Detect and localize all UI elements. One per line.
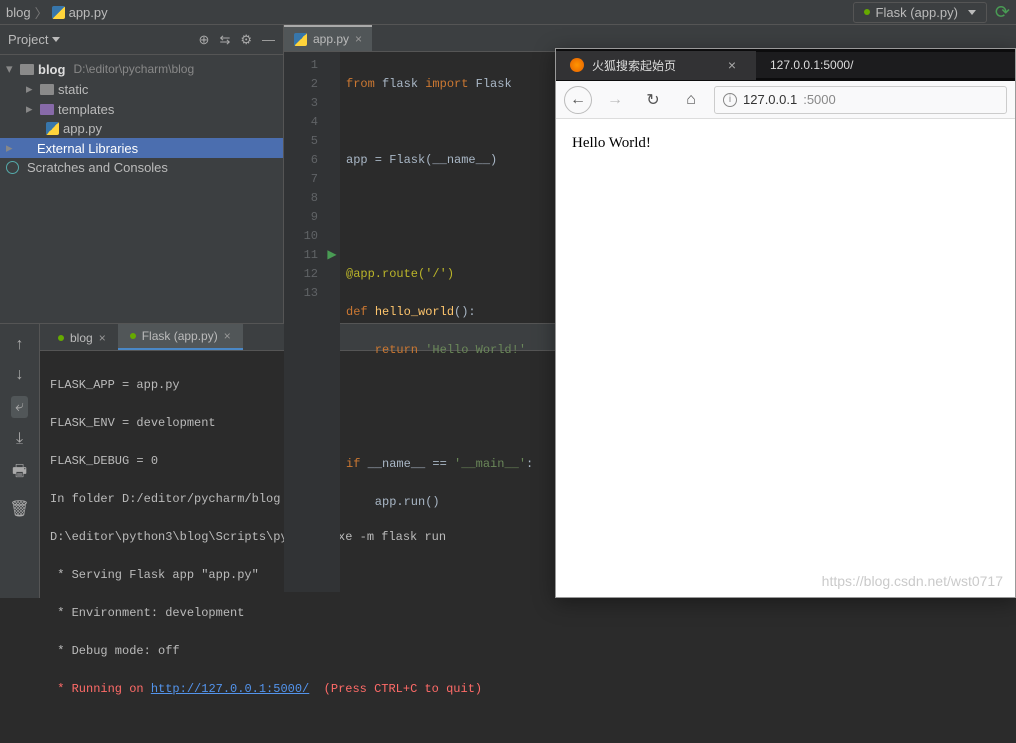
run-tab-label: blog [70,331,93,345]
folder-icon [40,104,54,115]
chevron-down-icon: ▾ [6,61,16,77]
run-tab-label: Flask (app.py) [142,329,218,343]
tree-file-app[interactable]: app.py [0,119,283,138]
python-file-icon [46,122,59,135]
reload-button[interactable]: ↻ [638,85,668,115]
browser-page-content: Hello World! [556,119,1015,168]
tree-file-label: app.py [63,121,102,136]
run-tab-flask[interactable]: Flask (app.py) × [118,324,243,350]
run-sidebar-actions: ↑ ↓ ⤶ ⤓ 🖶 🗑 [0,324,40,598]
browser-tab-label: 火狐搜索起始页 [592,57,676,74]
back-button[interactable]: ← [564,86,592,114]
tree-folder-templates[interactable]: ▸ templates [0,99,283,119]
browser-tab-label: 127.0.0.1:5000/ [770,58,853,72]
tree-folder-static[interactable]: ▸ static [0,79,283,99]
chevron-down-icon[interactable] [52,37,60,42]
browser-toolbar: ← → ↻ ⌂ i 127.0.0.1 :5000 [556,81,1015,119]
running-status-icon [864,9,870,15]
scroll-up-icon[interactable]: ↑ [16,336,24,354]
tree-external-libraries-label: External Libraries [37,141,138,156]
address-host: 127.0.0.1 [743,92,797,107]
console-quit-hint: (Press CTRL+C to quit) [309,682,482,696]
run-configuration-selector[interactable]: Flask (app.py) [853,2,987,23]
run-gutter-icon[interactable]: ▶ [324,246,340,265]
firefox-icon [570,58,584,72]
tree-external-libraries[interactable]: ▸ External Libraries [0,138,283,158]
tree-root-name: blog [38,62,65,77]
python-file-icon [52,6,65,19]
project-panel-title[interactable]: Project [8,32,48,47]
address-port: :5000 [803,92,836,107]
close-icon[interactable]: × [355,32,362,46]
library-icon [20,142,33,155]
tree-root-path: D:\editor\pycharm\blog [73,62,194,76]
scratches-icon [6,161,19,174]
home-button[interactable]: ⌂ [676,85,706,115]
project-tree: ▾ blog D:\editor\pycharm\blog ▸ static ▸… [0,55,283,181]
forward-button[interactable]: → [600,85,630,115]
tree-folder-label: static [58,82,88,97]
site-info-icon[interactable]: i [723,93,737,107]
editor-tab-app[interactable]: app.py × [284,25,372,51]
line-number-gutter: 123 456 789 101112 13 [284,52,324,592]
python-file-icon [294,33,307,46]
tree-folder-label: templates [58,102,114,117]
breadcrumb-root[interactable]: blog [6,5,31,20]
run-tab-blog[interactable]: blog × [46,326,118,350]
console-url-link[interactable]: http://127.0.0.1:5000/ [151,682,309,696]
trash-icon[interactable]: 🗑 [9,499,29,519]
soft-wrap-icon[interactable]: ⤶ [11,396,28,418]
breadcrumb: blog 〉 app.py [6,3,108,22]
folder-icon [20,64,34,75]
folder-icon [40,84,54,95]
scroll-to-end-icon[interactable]: ⤓ [16,430,23,448]
chevron-right-icon: ▸ [6,140,16,156]
gutter-markers: ▶ [324,52,340,592]
chevron-right-icon: ▸ [26,101,36,117]
tree-scratches-label: Scratches and Consoles [27,160,168,175]
locate-icon[interactable]: ⊕ [199,32,210,48]
breadcrumb-file[interactable]: app.py [52,5,108,20]
close-icon[interactable]: × [728,57,736,73]
top-breadcrumb-bar: blog 〉 app.py Flask (app.py) ⟳ [0,0,1016,25]
address-bar[interactable]: i 127.0.0.1 :5000 [714,86,1007,114]
editor-tab-label: app.py [313,32,349,46]
running-status-icon [58,335,64,341]
chevron-right-icon: ▸ [26,81,36,97]
hide-icon[interactable]: — [262,32,275,48]
browser-tab-startpage[interactable]: 火狐搜索起始页 × [556,51,756,80]
print-icon[interactable]: 🖶 [12,460,27,487]
running-status-icon [130,333,136,339]
watermark-text: https://blog.csdn.net/wst0717 [822,573,1003,589]
collapse-icon[interactable]: ⇆ [219,32,230,48]
scroll-down-icon[interactable]: ↓ [16,366,24,384]
breadcrumb-file-label: app.py [69,5,108,20]
project-tool-window: Project ⊕ ⇆ ⚙ — ▾ blog D:\editor\pycharm… [0,25,284,323]
tree-scratches[interactable]: Scratches and Consoles [0,158,283,177]
close-icon[interactable]: × [224,329,231,343]
gear-icon[interactable]: ⚙ [240,32,252,48]
firefox-browser-window: 火狐搜索起始页 × 127.0.0.1:5000/ ← → ↻ ⌂ i 127.… [555,48,1016,598]
page-body-text: Hello World! [572,135,651,151]
tree-root-folder[interactable]: ▾ blog D:\editor\pycharm\blog [0,59,283,79]
close-icon[interactable]: × [99,331,106,345]
project-panel-header: Project ⊕ ⇆ ⚙ — [0,25,283,55]
chevron-right-icon: 〉 [35,3,48,22]
console-running-text: * Running on [50,682,151,696]
browser-tab-localhost[interactable]: 127.0.0.1:5000/ [756,52,1015,78]
browser-tab-strip: 火狐搜索起始页 × 127.0.0.1:5000/ [556,49,1015,81]
run-config-label: Flask (app.py) [876,5,958,20]
rerun-icon[interactable]: ⟳ [995,2,1010,23]
chevron-down-icon [968,10,976,15]
